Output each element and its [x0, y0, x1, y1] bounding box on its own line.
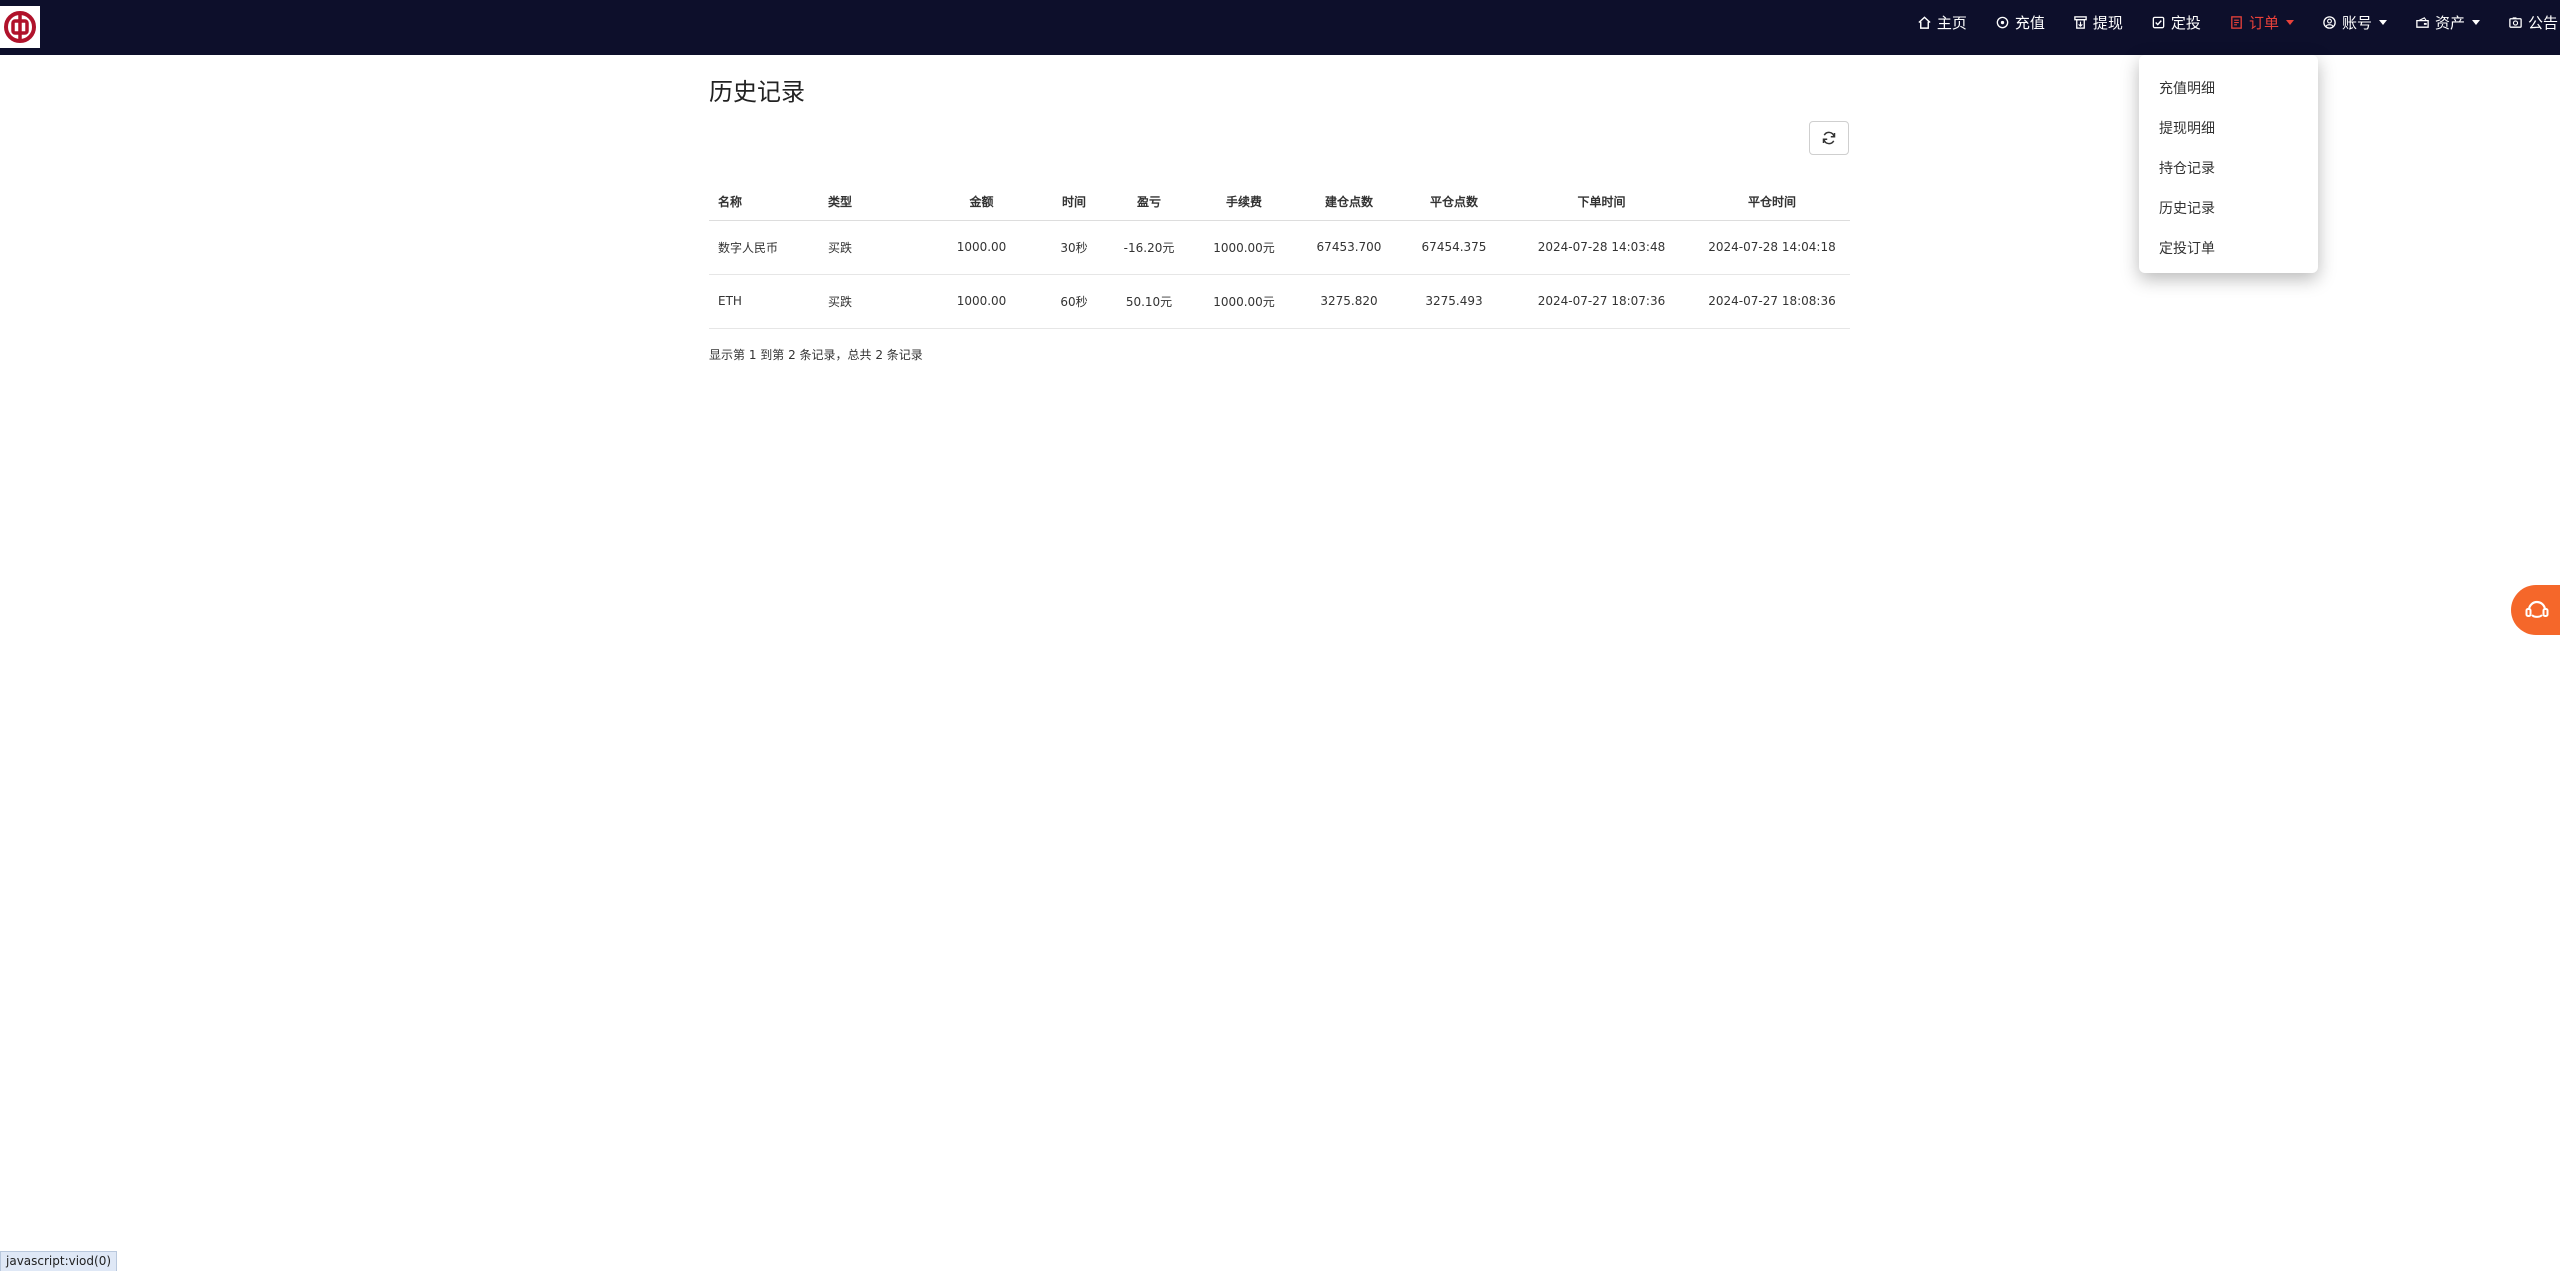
table-cell: 2024-07-27 18:08:36: [1694, 274, 1850, 329]
nav-label-withdraw: 提现: [2092, 13, 2123, 32]
table-row[interactable]: 数字人民币 买跌 1000.00 30秒 -16.20元 1000.00元 67…: [709, 220, 1850, 275]
history-records-table: 名称 类型 金额 时间 盈亏 手续费 建仓点数 平仓点数 下单时间 平仓时间 数…: [709, 184, 1850, 329]
top-navbar: 主页 充值 提现 定投 订单 账号 资产 公告: [0, 0, 2560, 55]
table-cell: 1000.00元: [1189, 274, 1299, 329]
nav-label-assets: 资产: [2434, 13, 2465, 32]
nav-item-account[interactable]: 账号: [2322, 12, 2387, 33]
page-title: 历史记录: [709, 78, 805, 106]
table-cell: 2024-07-27 18:07:36: [1509, 274, 1694, 329]
nav-item-fixed-invest[interactable]: 定投: [2151, 12, 2201, 33]
nav-label-account: 账号: [2341, 13, 2372, 32]
refresh-icon: [1822, 131, 1836, 145]
column-header[interactable]: 时间: [1039, 184, 1109, 221]
table-cell: 2024-07-28 14:04:18: [1694, 220, 1850, 275]
nav-label-orders: 订单: [2248, 13, 2279, 32]
nav-item-orders[interactable]: 订单: [2229, 12, 2294, 33]
column-header[interactable]: 盈亏: [1109, 184, 1189, 221]
column-header[interactable]: 平仓点数: [1399, 184, 1509, 221]
refresh-button[interactable]: [1809, 121, 1849, 155]
wallet-icon: [2415, 14, 2431, 30]
chevron-down-icon: [2285, 19, 2294, 25]
browser-status-bar: javascript:viod(0): [0, 1251, 118, 1271]
chevron-down-icon: [2378, 19, 2387, 25]
column-header[interactable]: 平仓时间: [1694, 184, 1850, 221]
table-cell: 3275.820: [1299, 274, 1399, 329]
dropdown-item-history[interactable]: 历史记录: [2139, 189, 2318, 229]
table-cell: 67453.700: [1299, 220, 1399, 275]
table-cell: 2024-07-28 14:03:48: [1509, 220, 1694, 275]
table-cell: 60秒: [1039, 274, 1109, 329]
chevron-down-icon: [2471, 19, 2480, 25]
nav-label-deposit: 充值: [2014, 13, 2045, 32]
dropdown-item-fixed-invest-orders[interactable]: 定投订单: [2139, 229, 2318, 269]
nav-label-fixed-invest: 定投: [2170, 13, 2201, 32]
dropdown-item-positions[interactable]: 持仓记录: [2139, 149, 2318, 189]
column-header[interactable]: 名称: [709, 184, 819, 221]
customer-service-button[interactable]: [2511, 585, 2560, 635]
bank-logo[interactable]: [0, 6, 40, 48]
table-cell: 买跌: [819, 274, 924, 329]
nav-item-home[interactable]: 主页: [1917, 12, 1967, 33]
table-cell: 买跌: [819, 220, 924, 275]
column-header[interactable]: 建仓点数: [1299, 184, 1399, 221]
user-icon: [2322, 14, 2338, 30]
nav-item-deposit[interactable]: 充值: [1995, 12, 2045, 33]
nav-item-assets[interactable]: 资产: [2415, 12, 2480, 33]
dropdown-item-withdraw-details[interactable]: 提现明细: [2139, 109, 2318, 149]
orders-dropdown-menu: 充值明细 提现明细 持仓记录 历史记录 定投订单: [2139, 55, 2318, 273]
nav-item-notice[interactable]: 公告: [2508, 12, 2558, 33]
table-cell: 67454.375: [1399, 220, 1509, 275]
table-row[interactable]: ETH 买跌 1000.00 60秒 50.10元 1000.00元 3275.…: [709, 274, 1850, 329]
column-header[interactable]: 类型: [819, 184, 924, 221]
customer-service-icon: [2525, 600, 2549, 618]
table-header-row: 名称 类型 金额 时间 盈亏 手续费 建仓点数 平仓点数 下单时间 平仓时间: [709, 184, 1850, 221]
notice-icon: [2508, 14, 2524, 30]
checkbox-icon: [2151, 14, 2167, 30]
table-cell: 数字人民币: [709, 220, 819, 275]
table-cell: -16.20元: [1109, 220, 1189, 275]
nav-item-withdraw[interactable]: 提现: [2073, 12, 2123, 33]
dropdown-item-deposit-details[interactable]: 充值明细: [2139, 69, 2318, 109]
order-icon: [2229, 14, 2245, 30]
column-header[interactable]: 金额: [924, 184, 1039, 221]
table-cell: 1000.00: [924, 220, 1039, 275]
nav-label-home: 主页: [1936, 13, 1967, 32]
column-header[interactable]: 手续费: [1189, 184, 1299, 221]
table-cell: 3275.493: [1399, 274, 1509, 329]
nav-label-notice: 公告: [2527, 13, 2558, 32]
table-cell: ETH: [709, 274, 819, 329]
table-cell: 50.10元: [1109, 274, 1189, 329]
deposit-icon: [1995, 14, 2011, 30]
column-header[interactable]: 下单时间: [1509, 184, 1694, 221]
table-cell: 30秒: [1039, 220, 1109, 275]
table-cell: 1000.00: [924, 274, 1039, 329]
table-cell: 1000.00元: [1189, 220, 1299, 275]
pagination-info: 显示第 1 到第 2 条记录，总共 2 条记录: [709, 348, 923, 362]
nav-menu: 主页 充值 提现 定投 订单 账号 资产 公告: [1889, 0, 2558, 44]
home-icon: [1917, 14, 1933, 30]
withdraw-icon: [2073, 14, 2089, 30]
bank-logo-icon: [4, 11, 36, 43]
